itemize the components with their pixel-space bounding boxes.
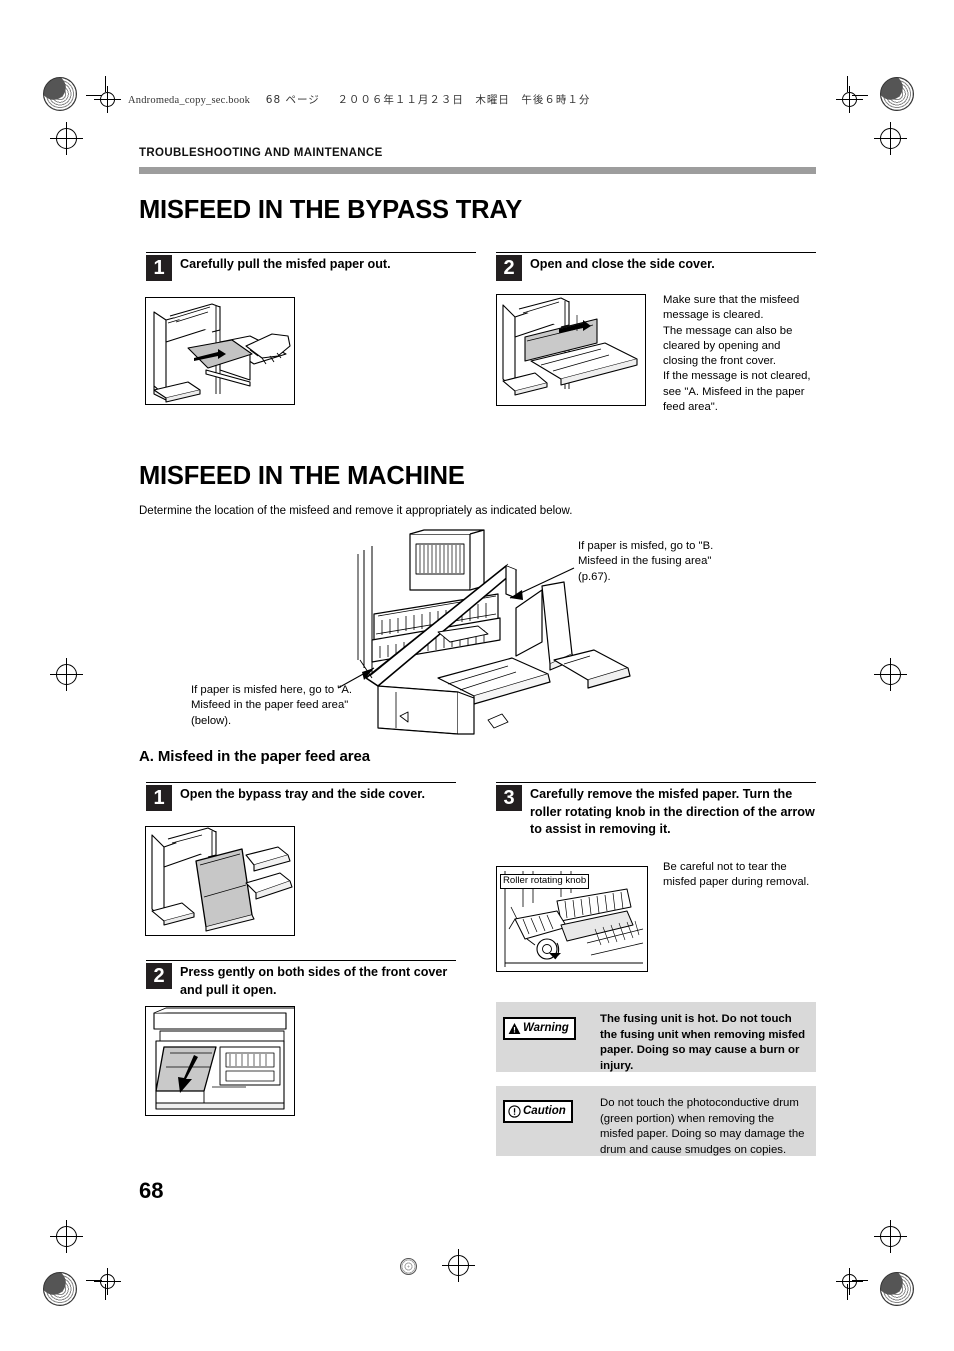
callout-fusing-area: If paper is misfed, go to "B. Misfeed in… [578,540,714,583]
step-number: 2 [146,963,172,989]
crop-mark-bottom-right [828,1260,868,1300]
step-number: 1 [146,785,172,811]
book-page-label: 68 ページ [265,94,320,106]
callout-paper-feed-area: If paper is misfed here, go to "A. Misfe… [191,684,352,727]
warning-label: Warning [523,1021,569,1034]
crop-mark-bottom-left [86,1260,126,1300]
document-page: Andromeda_copy_sec.book 68 ページ ２００６年１１月２… [0,0,954,1351]
step-instruction: Carefully pull the misfed paper out. [180,257,391,271]
registration-halftone-top-left [43,77,77,111]
warning-text: The fusing unit is hot. Do not touch the… [600,1013,806,1072]
registration-halftone-bottom-center [400,1258,417,1275]
machine-intro-paragraph: Determine the location of the misfeed an… [139,505,573,517]
crop-mark-top-left [86,76,126,116]
registration-halftone-bottom-right [880,1272,914,1306]
caution-exclamation-icon [508,1105,521,1118]
book-date-label: ２００６年１１月２３日 木曜日 午後６時１分 [337,94,591,106]
registration-target-mid-right [874,658,907,691]
illustration-label-roller-knob: Roller rotating knob [500,874,590,889]
step-number: 1 [146,255,172,281]
page-title-bypass-tray: MISFEED IN THE BYPASS TRAY [139,196,523,224]
book-source-line: Andromeda_copy_sec.book 68 ページ ２００６年１１月２… [128,92,590,107]
running-head: TROUBLESHOOTING AND MAINTENANCE [139,147,383,159]
caution-text: Do not touch the photoconductive drum (g… [600,1097,805,1156]
bypass-step-2-note: Make sure that the misfeed message is cl… [663,294,811,414]
warning-tag: Warning [503,1017,576,1040]
page-number: 68 [139,1178,164,1203]
warning-panel: Warning The fusing unit is hot. Do not t… [496,1002,816,1072]
registration-target-lower-right [874,1220,907,1253]
step-divider [146,782,456,783]
step-number: 2 [496,255,522,281]
step-instruction: Open the bypass tray and the side cover. [180,787,425,801]
registration-target-upper-right [874,122,907,155]
step-divider [496,252,816,253]
feed-step-3-note: Be careful not to tear the misfed paper … [663,861,810,889]
crop-mark-top-right [828,76,868,116]
open-bypass-tray-side-cover-illustration [145,826,295,936]
registration-halftone-bottom-left [43,1272,77,1306]
front-cover-open-illustration [145,1006,295,1116]
caution-label: Caution [523,1104,566,1117]
step-divider [146,252,476,253]
step-instruction: Press gently on both sides of the front … [180,965,448,997]
step-instruction: Carefully remove the misfed paper. Turn … [530,787,815,836]
registration-target-upper-left [50,122,83,155]
bypass-tray-pull-paper-illustration [145,297,295,405]
subsection-title-feed-area: A. Misfeed in the paper feed area [139,748,370,765]
registration-target-bottom-center [442,1249,475,1282]
step-divider [146,960,456,961]
warning-triangle-icon [508,1022,521,1035]
step-divider [496,782,816,783]
caution-tag: Caution [503,1100,573,1123]
registration-halftone-top-right [880,77,914,111]
side-cover-open-close-illustration [496,294,646,406]
page-title-machine: MISFEED IN THE MACHINE [139,462,465,490]
registration-target-lower-left [50,1220,83,1253]
step-number: 3 [496,785,522,811]
caution-panel: Caution Do not touch the photoconductive… [496,1086,816,1156]
running-head-rule [139,167,816,174]
book-filename: Andromeda_copy_sec.book [128,95,251,106]
step-instruction: Open and close the side cover. [530,257,715,271]
registration-target-mid-left [50,658,83,691]
